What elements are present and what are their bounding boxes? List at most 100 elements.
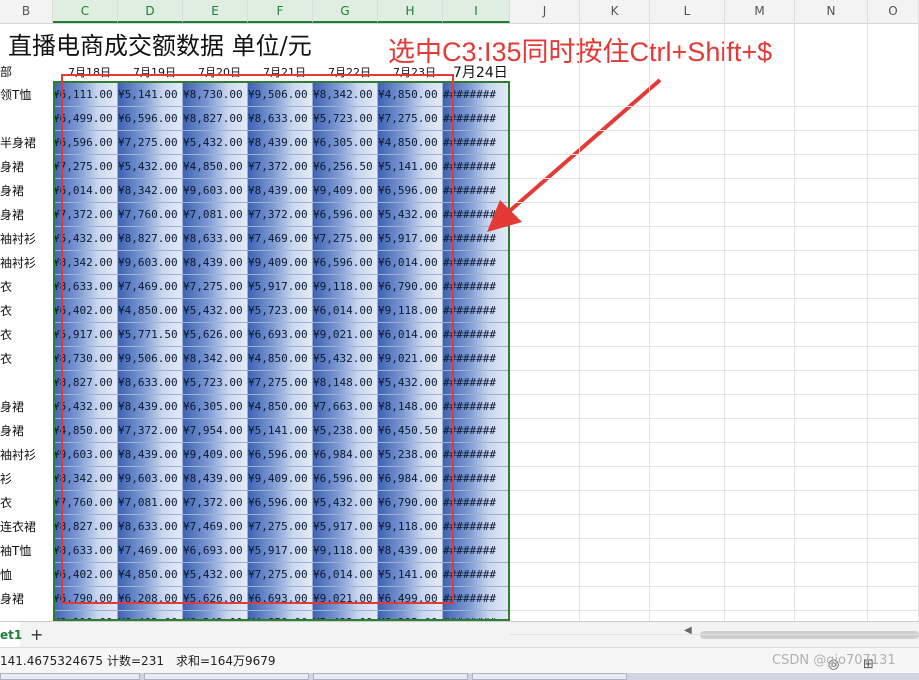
row-label[interactable]: 袖衬衫 bbox=[0, 443, 36, 467]
data-cell[interactable]: ¥4,850.00 bbox=[53, 419, 118, 443]
data-cell[interactable]: ¥8,633.00 bbox=[118, 515, 183, 539]
data-cell[interactable]: ¥5,432.00 bbox=[183, 131, 248, 155]
data-cell[interactable]: ¥8,827.00 bbox=[53, 515, 118, 539]
column-header-j[interactable]: J bbox=[510, 0, 580, 23]
data-cell[interactable]: ¥8,342.00 bbox=[53, 467, 118, 491]
data-cell[interactable]: ¥7,275.00 bbox=[183, 275, 248, 299]
data-cell[interactable]: ¥5,626.00 bbox=[183, 587, 248, 611]
data-cell[interactable]: ¥8,342.00 bbox=[313, 83, 378, 107]
data-cell[interactable]: ######## bbox=[443, 563, 510, 587]
row-label[interactable]: 衣 bbox=[0, 323, 12, 347]
data-cell[interactable]: ¥8,633.00 bbox=[53, 539, 118, 563]
data-cell[interactable]: ¥6,984.00 bbox=[313, 443, 378, 467]
date-header[interactable]: 7月18日 bbox=[68, 64, 111, 80]
data-cell[interactable]: ¥7,760.00 bbox=[118, 203, 183, 227]
data-cell[interactable]: ¥7,469.00 bbox=[183, 515, 248, 539]
data-cell[interactable]: ¥6,014.00 bbox=[378, 323, 443, 347]
date-header[interactable]: 7月22日 bbox=[328, 64, 371, 80]
data-cell[interactable]: ¥8,439.00 bbox=[183, 251, 248, 275]
data-cell[interactable]: ¥6,305.00 bbox=[183, 395, 248, 419]
row-label[interactable]: 身裙 bbox=[0, 395, 24, 419]
data-cell[interactable]: ¥6,499.00 bbox=[378, 587, 443, 611]
data-cell[interactable]: ¥7,469.00 bbox=[118, 539, 183, 563]
data-cell[interactable]: ######## bbox=[443, 227, 510, 251]
row-label[interactable]: 连衣裙 bbox=[0, 515, 36, 539]
data-cell[interactable]: ¥7,275.00 bbox=[248, 563, 313, 587]
data-cell[interactable]: ¥5,917.00 bbox=[53, 323, 118, 347]
data-cell[interactable]: ¥8,633.00 bbox=[53, 275, 118, 299]
row-label[interactable]: 领T恤 bbox=[0, 83, 31, 107]
data-cell[interactable]: ¥7,372.00 bbox=[118, 419, 183, 443]
data-cell[interactable]: ######## bbox=[443, 251, 510, 275]
data-cell[interactable]: ¥8,827.00 bbox=[183, 107, 248, 131]
data-cell[interactable]: ¥5,917.00 bbox=[248, 539, 313, 563]
data-cell[interactable]: ¥8,439.00 bbox=[378, 539, 443, 563]
data-cell[interactable]: ¥6,790.00 bbox=[378, 275, 443, 299]
column-header-g[interactable]: G bbox=[313, 0, 378, 23]
data-cell[interactable]: ¥7,275.00 bbox=[53, 155, 118, 179]
column-header-i[interactable]: I bbox=[443, 0, 510, 23]
column-header-n[interactable]: N bbox=[795, 0, 868, 23]
data-cell[interactable]: ¥8,730.00 bbox=[53, 347, 118, 371]
taskbar-item[interactable] bbox=[313, 673, 468, 680]
column-header-h[interactable]: H bbox=[378, 0, 443, 23]
data-cell[interactable]: ¥6,305.00 bbox=[313, 131, 378, 155]
data-cell[interactable]: ¥8,730.00 bbox=[183, 83, 248, 107]
data-cell[interactable]: ¥6,596.00 bbox=[313, 203, 378, 227]
taskbar-item[interactable] bbox=[144, 673, 309, 680]
data-cell[interactable]: ¥7,372.00 bbox=[248, 203, 313, 227]
data-cell[interactable]: ¥8,439.00 bbox=[118, 395, 183, 419]
row-label[interactable]: 半身裙 bbox=[0, 131, 36, 155]
date-header[interactable]: 7月21日 bbox=[263, 64, 306, 80]
data-cell[interactable]: ¥6,790.00 bbox=[378, 491, 443, 515]
data-cell[interactable]: ¥8,342.00 bbox=[53, 251, 118, 275]
data-cell[interactable]: ¥7,275.00 bbox=[248, 371, 313, 395]
data-cell[interactable]: ¥6,014.00 bbox=[313, 299, 378, 323]
data-cell[interactable]: ¥6,596.00 bbox=[313, 467, 378, 491]
data-cell[interactable]: ¥4,850.00 bbox=[183, 155, 248, 179]
add-sheet-button[interactable]: + bbox=[30, 622, 46, 648]
data-cell[interactable]: ######## bbox=[443, 539, 510, 563]
data-cell[interactable]: ¥4,850.00 bbox=[118, 563, 183, 587]
data-cell[interactable]: ¥5,141.00 bbox=[248, 419, 313, 443]
data-cell[interactable]: ¥5,432.00 bbox=[118, 155, 183, 179]
data-cell[interactable]: ######## bbox=[443, 347, 510, 371]
data-cell[interactable]: ¥9,603.00 bbox=[53, 443, 118, 467]
data-cell[interactable]: ¥7,275.00 bbox=[313, 227, 378, 251]
data-cell[interactable]: ¥6,790.00 bbox=[53, 587, 118, 611]
data-cell[interactable]: ¥8,827.00 bbox=[118, 227, 183, 251]
data-cell[interactable]: ######## bbox=[443, 395, 510, 419]
data-cell[interactable]: ¥8,439.00 bbox=[248, 179, 313, 203]
row-label[interactable]: 衣 bbox=[0, 299, 12, 323]
data-cell[interactable]: ¥9,021.00 bbox=[378, 347, 443, 371]
data-cell[interactable]: ######## bbox=[443, 179, 510, 203]
row-label[interactable]: 袖衬衫 bbox=[0, 227, 36, 251]
data-cell[interactable]: ¥6,256.50 bbox=[313, 155, 378, 179]
data-cell[interactable]: ¥5,626.00 bbox=[183, 323, 248, 347]
data-cell[interactable]: ¥8,633.00 bbox=[248, 107, 313, 131]
data-cell[interactable]: ¥5,432.00 bbox=[53, 395, 118, 419]
data-cell[interactable]: ¥5,238.00 bbox=[313, 419, 378, 443]
data-cell[interactable]: ¥9,118.00 bbox=[313, 275, 378, 299]
date-header[interactable]: 7月19日 bbox=[133, 64, 176, 80]
data-cell[interactable]: ¥9,021.00 bbox=[313, 323, 378, 347]
data-cell[interactable]: ¥5,432.00 bbox=[378, 203, 443, 227]
data-cell[interactable]: ¥9,118.00 bbox=[378, 515, 443, 539]
row-label[interactable]: 身裙 bbox=[0, 587, 24, 611]
data-cell[interactable]: ¥9,118.00 bbox=[378, 299, 443, 323]
row-label[interactable]: 衫 bbox=[0, 467, 12, 491]
data-cell[interactable]: ######## bbox=[443, 443, 510, 467]
data-cell[interactable]: ######## bbox=[443, 155, 510, 179]
data-cell[interactable]: ¥6,693.00 bbox=[248, 323, 313, 347]
data-cell[interactable]: ######## bbox=[443, 467, 510, 491]
data-cell[interactable]: ######## bbox=[443, 83, 510, 107]
data-cell[interactable]: ¥9,506.00 bbox=[248, 83, 313, 107]
data-cell[interactable]: ######## bbox=[443, 587, 510, 611]
data-cell[interactable]: ¥6,014.00 bbox=[313, 563, 378, 587]
column-header-f[interactable]: F bbox=[248, 0, 313, 23]
data-cell[interactable]: ¥7,081.00 bbox=[118, 491, 183, 515]
data-cell[interactable]: ¥6,693.00 bbox=[183, 539, 248, 563]
data-cell[interactable]: ¥5,432.00 bbox=[183, 299, 248, 323]
column-header-c[interactable]: C bbox=[53, 0, 118, 23]
data-cell[interactable]: ¥5,723.00 bbox=[183, 371, 248, 395]
